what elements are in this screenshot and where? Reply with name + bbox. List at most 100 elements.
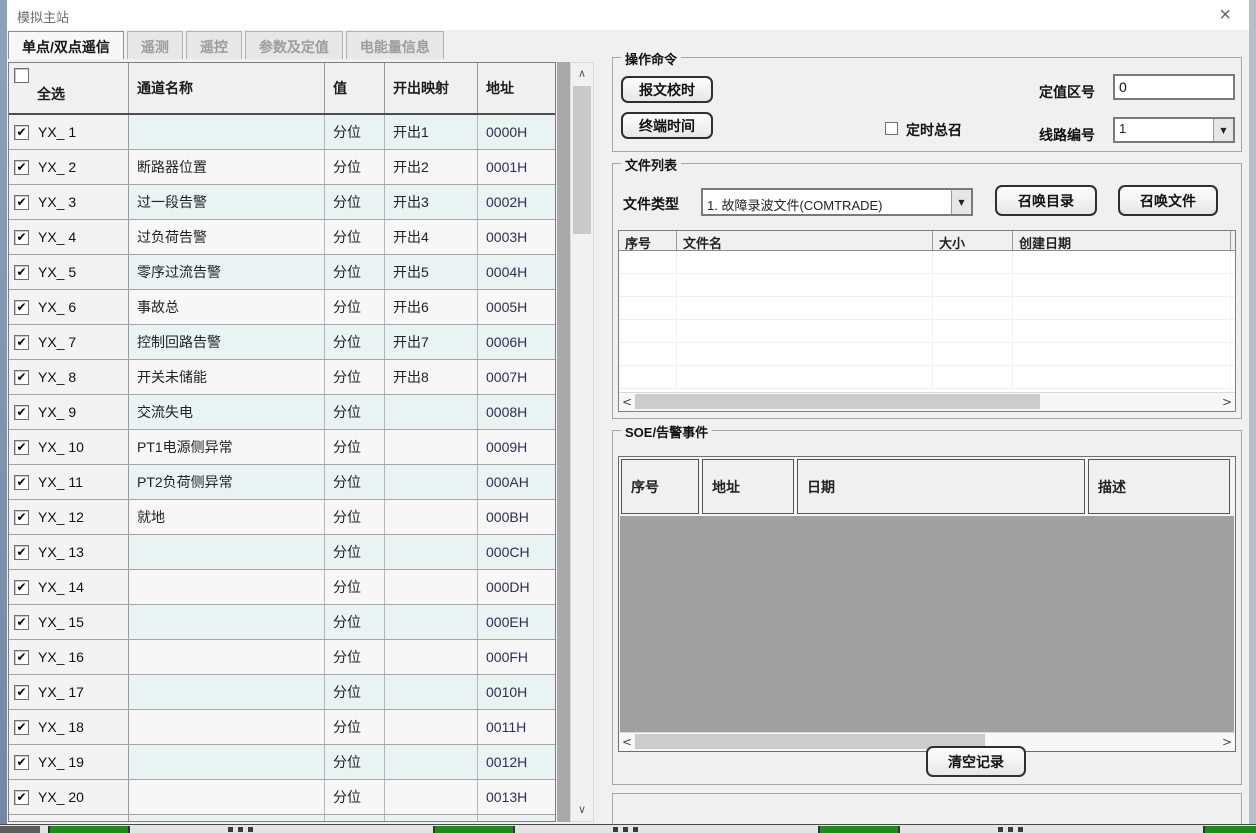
table-row[interactable]: ✔YX_ 1分位开出10000H: [9, 115, 555, 150]
setting-zone-input[interactable]: [1113, 74, 1235, 100]
table-row[interactable]: ✔YX_ 4过负荷告警分位开出40003H: [9, 220, 555, 255]
row-checkbox[interactable]: ✔: [14, 230, 29, 245]
table-row[interactable]: ✔YX_ 7控制回路告警分位开出70006H: [9, 325, 555, 360]
table-row[interactable]: [9, 815, 555, 822]
row-checkbox[interactable]: ✔: [14, 265, 29, 280]
row-checkbox[interactable]: ✔: [14, 160, 29, 175]
row-checkbox[interactable]: ✔: [14, 440, 29, 455]
call-directory-button[interactable]: 召唤目录: [995, 185, 1097, 216]
file-empty-cell: [933, 366, 1013, 388]
address-cell: [478, 815, 555, 822]
channel-name-cell: [129, 780, 325, 814]
channel-name-cell: PT2负荷侧异常: [129, 465, 325, 499]
row-checkbox[interactable]: ✔: [14, 405, 29, 420]
led-strip-text-fragment: [613, 827, 643, 832]
table-row[interactable]: ✔YX_ 17分位0010H: [9, 675, 555, 710]
simulated-master-station-window: 模拟主站 × 单点/双点遥信遥测遥控参数及定值电能量信息 全选 通道名称 值 开…: [0, 0, 1256, 833]
row-checkbox[interactable]: ✔: [14, 335, 29, 350]
file-empty-row: [619, 366, 1235, 389]
address-cell: 0011H: [478, 710, 555, 744]
file-table-hscrollbar[interactable]: < >: [619, 392, 1235, 411]
tab-1[interactable]: 遥测: [127, 31, 183, 59]
table-row[interactable]: ✔YX_ 14分位000DH: [9, 570, 555, 605]
report-time-sync-button[interactable]: 报文校时: [621, 76, 713, 103]
scrollbar-down-icon[interactable]: ∨: [571, 801, 593, 819]
table-row[interactable]: ✔YX_ 15分位000EH: [9, 605, 555, 640]
select-all-label: 全选: [37, 84, 65, 104]
row-checkbox[interactable]: ✔: [14, 545, 29, 560]
row-checkbox[interactable]: ✔: [14, 755, 29, 770]
row-checkbox[interactable]: ✔: [14, 510, 29, 525]
vertical-scrollbar[interactable]: ∧ ∨: [570, 62, 594, 822]
channel-name-cell: 零序过流告警: [129, 255, 325, 289]
file-col-0: 序号: [619, 231, 677, 250]
green-led-indicator: [818, 826, 900, 833]
line-number-combo[interactable]: 1 ▼: [1113, 117, 1235, 143]
table-row[interactable]: ✔YX_ 18分位0011H: [9, 710, 555, 745]
close-icon[interactable]: ×: [1219, 3, 1231, 27]
row-checkbox[interactable]: ✔: [14, 790, 29, 805]
table-row[interactable]: ✔YX_ 2断路器位置分位开出20001H: [9, 150, 555, 185]
command-group: 操作命令 报文校时 终端时间 定时总召 定值区号 线路编号 1 ▼: [612, 57, 1242, 152]
scrollbar-thumb[interactable]: [573, 86, 591, 234]
file-type-combo[interactable]: 1. 故障录波文件(COMTRADE) ▼: [701, 188, 973, 216]
row-checkbox[interactable]: ✔: [14, 300, 29, 315]
table-row[interactable]: ✔YX_ 12就地分位000BH: [9, 500, 555, 535]
row-checkbox[interactable]: ✔: [14, 615, 29, 630]
output-mapping-cell: 开出8: [385, 360, 478, 394]
file-empty-cell: [677, 366, 933, 388]
call-file-button[interactable]: 召唤文件: [1118, 185, 1218, 216]
timed-general-call-checkbox[interactable]: [885, 122, 898, 135]
row-checkbox[interactable]: ✔: [14, 370, 29, 385]
row-select-cell: ✔YX_ 11: [9, 465, 129, 499]
row-checkbox[interactable]: ✔: [14, 685, 29, 700]
table-row[interactable]: ✔YX_ 9交流失电分位0008H: [9, 395, 555, 430]
terminal-time-button[interactable]: 终端时间: [621, 112, 713, 139]
row-label: YX_ 18: [38, 719, 84, 735]
clear-records-button[interactable]: 清空记录: [926, 746, 1026, 777]
channel-name-cell: 断路器位置: [129, 150, 325, 184]
table-row[interactable]: ✔YX_ 3过一段告警分位开出30002H: [9, 185, 555, 220]
table-row[interactable]: ✔YX_ 6事故总分位开出60005H: [9, 290, 555, 325]
address-cell: 0006H: [478, 325, 555, 359]
soe-col-3: 描述: [1088, 459, 1230, 514]
tab-0[interactable]: 单点/双点遥信: [8, 31, 124, 59]
row-checkbox[interactable]: ✔: [14, 195, 29, 210]
value-cell: 分位: [325, 675, 385, 709]
table-row[interactable]: ✔YX_ 8开关未储能分位开出80007H: [9, 360, 555, 395]
table-row[interactable]: ✔YX_ 11PT2负荷侧异常分位000AH: [9, 465, 555, 500]
row-checkbox[interactable]: ✔: [14, 475, 29, 490]
table-row[interactable]: ✔YX_ 13分位000CH: [9, 535, 555, 570]
output-mapping-cell: [385, 780, 478, 814]
output-mapping-cell: [385, 570, 478, 604]
table-row[interactable]: ✔YX_ 20分位0013H: [9, 780, 555, 815]
scrollbar-right-icon[interactable]: >: [1219, 393, 1235, 411]
output-mapping-cell: [385, 605, 478, 639]
file-table-header: 序号文件名大小创建日期: [619, 231, 1235, 251]
chevron-down-icon[interactable]: ▼: [951, 190, 971, 214]
tab-3[interactable]: 参数及定值: [245, 31, 343, 59]
row-checkbox[interactable]: ✔: [14, 125, 29, 140]
row-checkbox[interactable]: ✔: [14, 580, 29, 595]
row-checkbox[interactable]: ✔: [14, 720, 29, 735]
table-row[interactable]: ✔YX_ 5零序过流告警分位开出50004H: [9, 255, 555, 290]
scrollbar-left-icon[interactable]: <: [619, 733, 635, 751]
table-row[interactable]: ✔YX_ 16分位000FH: [9, 640, 555, 675]
select-all-checkbox[interactable]: [14, 68, 29, 83]
scrollbar-up-icon[interactable]: ∧: [571, 65, 593, 83]
table-row[interactable]: ✔YX_ 19分位0012H: [9, 745, 555, 780]
address-cell: 0002H: [478, 185, 555, 219]
chevron-down-icon[interactable]: ▼: [1213, 119, 1233, 141]
address-cell: 0012H: [478, 745, 555, 779]
table-row[interactable]: ✔YX_ 10PT1电源侧异常分位0009H: [9, 430, 555, 465]
row-label: YX_ 13: [38, 544, 84, 560]
scrollbar-right-icon[interactable]: >: [1219, 733, 1235, 751]
file-col-3: 创建日期: [1013, 231, 1231, 250]
tab-2[interactable]: 遥控: [186, 31, 242, 59]
tab-4[interactable]: 电能量信息: [346, 31, 444, 59]
row-select-cell: ✔YX_ 2: [9, 150, 129, 184]
row-checkbox[interactable]: ✔: [14, 650, 29, 665]
scrollbar-left-icon[interactable]: <: [619, 393, 635, 411]
output-mapping-cell: 开出6: [385, 290, 478, 324]
scrollbar-thumb[interactable]: [635, 394, 1040, 409]
